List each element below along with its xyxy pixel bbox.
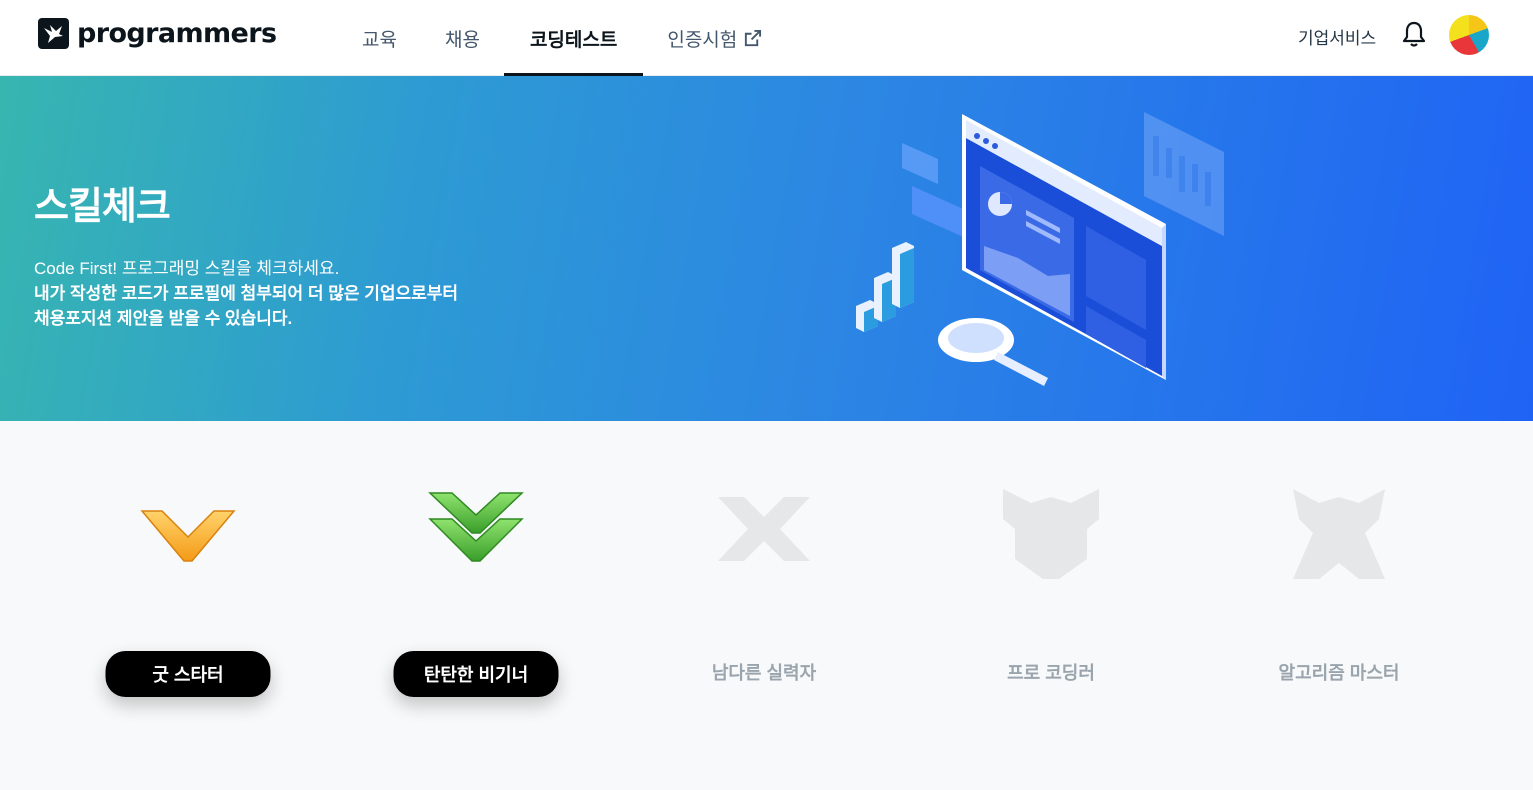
hero-desc-line: 내가 작성한 코드가 프로필에 첨부되어 더 많은 기업으로부터: [34, 284, 459, 303]
main-nav: 교육 채용 코딩테스트 인증시험: [338, 0, 786, 76]
badge-algorithm-master: 알고리즘 마스터: [1219, 421, 1459, 721]
business-service-link[interactable]: 기업서비스: [1298, 24, 1376, 49]
dashboard-illustration: [848, 106, 1238, 401]
logo-text: programmers: [77, 17, 277, 49]
hero-description: Code First! 프로그래밍 스킬을 체크하세요. 내가 작성한 코드가 …: [34, 256, 458, 331]
badge-label[interactable]: 굿 스타터: [105, 651, 271, 697]
skill-badges-section: 굿 스타터 탄탄한 비기너 남다른 실력자 프로 코딩러 알고리즘 마스터: [0, 421, 1533, 790]
orange-chevron-icon: [138, 489, 238, 574]
nav-label: 인증시험: [667, 29, 738, 51]
nav-label: 코딩테스트: [529, 29, 618, 51]
nav-label: 채용: [444, 29, 480, 51]
badge-label: 프로 코딩러: [1007, 663, 1095, 683]
badge-pro-coder: 프로 코딩러: [931, 421, 1171, 721]
external-link-icon: [743, 29, 762, 48]
hero-desc-line: 채용포지션 제안을 받을 수 있습니다.: [34, 309, 293, 328]
badge-good-starter[interactable]: 굿 스타터: [68, 421, 308, 721]
locked-crown-badge-icon: [1289, 489, 1389, 590]
nav-education[interactable]: 교육: [338, 0, 421, 76]
nav-coding-test[interactable]: 코딩테스트: [503, 0, 644, 76]
page-title: 스킬체크: [34, 186, 171, 228]
badge-label: 남다른 실력자: [711, 663, 817, 683]
badge-label[interactable]: 탄탄한 비기너: [393, 651, 559, 697]
locked-shield-badge-icon: [1001, 489, 1101, 590]
green-double-chevron-icon: [426, 489, 526, 574]
hero-desc-line: Code First! 프로그래밍 스킬을 체크하세요.: [34, 259, 340, 278]
badge-label: 알고리즘 마스터: [1278, 663, 1400, 683]
logo-bird-icon: [38, 17, 69, 49]
nav-certification[interactable]: 인증시험: [643, 0, 786, 76]
locked-x-badge-icon: [714, 489, 814, 574]
skill-check-hero: 스킬체크 Code First! 프로그래밍 스킬을 체크하세요. 내가 작성한…: [0, 76, 1533, 421]
top-header: programmers 교육 채용 코딩테스트 인증시험 기업서비스: [0, 0, 1533, 76]
badge-distinct-expert: 남다른 실력자: [644, 421, 884, 721]
user-avatar[interactable]: [1449, 15, 1489, 55]
nav-label: 교육: [362, 29, 397, 51]
notification-bell-icon[interactable]: [1401, 20, 1427, 53]
badge-solid-beginner[interactable]: 탄탄한 비기너: [356, 421, 596, 721]
nav-jobs[interactable]: 채용: [421, 0, 504, 76]
programmers-logo[interactable]: programmers: [38, 16, 277, 50]
